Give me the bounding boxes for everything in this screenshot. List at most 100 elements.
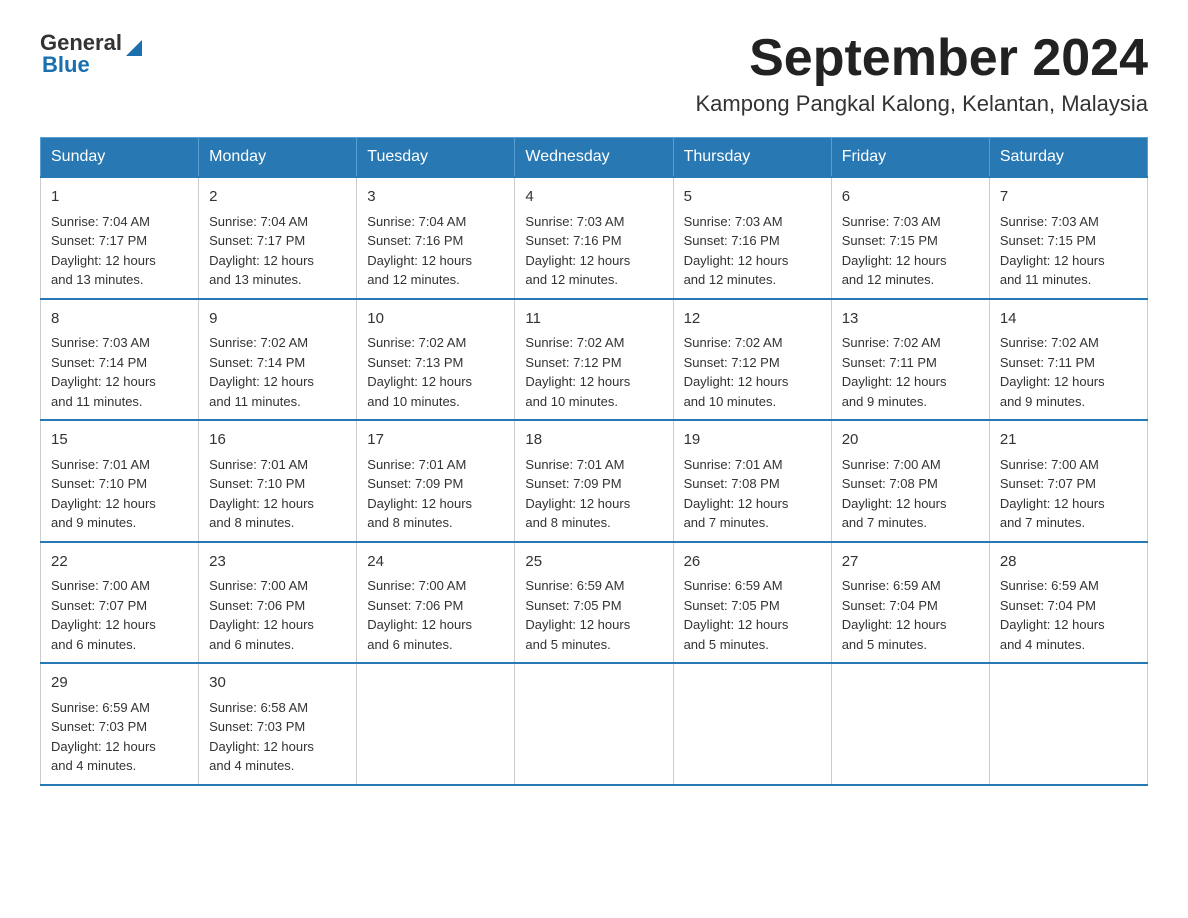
day-header-monday: Monday bbox=[199, 138, 357, 178]
day-cell-24: 24 Sunrise: 7:00 AM Sunset: 7:06 PM Dayl… bbox=[357, 542, 515, 664]
daylight-info: Daylight: 12 hoursand 8 minutes. bbox=[367, 496, 472, 531]
daylight-info: Daylight: 12 hoursand 10 minutes. bbox=[367, 374, 472, 409]
daylight-info: Daylight: 12 hoursand 5 minutes. bbox=[684, 617, 789, 652]
daylight-info: Daylight: 12 hoursand 9 minutes. bbox=[51, 496, 156, 531]
day-cell-26: 26 Sunrise: 6:59 AM Sunset: 7:05 PM Dayl… bbox=[673, 542, 831, 664]
day-cell-6: 6 Sunrise: 7:03 AM Sunset: 7:15 PM Dayli… bbox=[831, 177, 989, 299]
day-number: 24 bbox=[367, 551, 504, 574]
sunrise-info: Sunrise: 7:02 AM bbox=[209, 335, 308, 350]
day-cell-15: 15 Sunrise: 7:01 AM Sunset: 7:10 PM Dayl… bbox=[41, 420, 199, 542]
sunrise-info: Sunrise: 7:01 AM bbox=[209, 457, 308, 472]
sunset-info: Sunset: 7:06 PM bbox=[209, 598, 305, 613]
sunrise-info: Sunrise: 7:03 AM bbox=[842, 214, 941, 229]
day-header-sunday: Sunday bbox=[41, 138, 199, 178]
logo-blue-text: Blue bbox=[42, 52, 90, 78]
day-number: 5 bbox=[684, 186, 821, 209]
day-number: 4 bbox=[525, 186, 662, 209]
sunrise-info: Sunrise: 6:58 AM bbox=[209, 700, 308, 715]
sunrise-info: Sunrise: 7:02 AM bbox=[684, 335, 783, 350]
daylight-info: Daylight: 12 hoursand 12 minutes. bbox=[684, 253, 789, 288]
page-header: General Blue September 2024 Kampong Pang… bbox=[40, 30, 1148, 117]
day-cell-23: 23 Sunrise: 7:00 AM Sunset: 7:06 PM Dayl… bbox=[199, 542, 357, 664]
title-area: September 2024 Kampong Pangkal Kalong, K… bbox=[695, 30, 1148, 117]
sunset-info: Sunset: 7:11 PM bbox=[1000, 355, 1095, 370]
sunrise-info: Sunrise: 7:00 AM bbox=[367, 578, 466, 593]
day-cell-16: 16 Sunrise: 7:01 AM Sunset: 7:10 PM Dayl… bbox=[199, 420, 357, 542]
empty-cell bbox=[357, 663, 515, 785]
sunset-info: Sunset: 7:10 PM bbox=[209, 476, 305, 491]
day-number: 10 bbox=[367, 308, 504, 331]
day-number: 1 bbox=[51, 186, 188, 209]
sunrise-info: Sunrise: 7:00 AM bbox=[51, 578, 150, 593]
sunrise-info: Sunrise: 7:03 AM bbox=[1000, 214, 1099, 229]
sunrise-info: Sunrise: 7:00 AM bbox=[1000, 457, 1099, 472]
day-number: 18 bbox=[525, 429, 662, 452]
empty-cell bbox=[515, 663, 673, 785]
day-header-wednesday: Wednesday bbox=[515, 138, 673, 178]
day-cell-18: 18 Sunrise: 7:01 AM Sunset: 7:09 PM Dayl… bbox=[515, 420, 673, 542]
sunrise-info: Sunrise: 7:03 AM bbox=[525, 214, 624, 229]
daylight-info: Daylight: 12 hoursand 5 minutes. bbox=[842, 617, 947, 652]
sunset-info: Sunset: 7:12 PM bbox=[525, 355, 621, 370]
sunrise-info: Sunrise: 7:01 AM bbox=[367, 457, 466, 472]
sunrise-info: Sunrise: 6:59 AM bbox=[684, 578, 783, 593]
day-header-tuesday: Tuesday bbox=[357, 138, 515, 178]
day-number: 8 bbox=[51, 308, 188, 331]
daylight-info: Daylight: 12 hoursand 4 minutes. bbox=[209, 739, 314, 774]
sunset-info: Sunset: 7:05 PM bbox=[684, 598, 780, 613]
day-cell-14: 14 Sunrise: 7:02 AM Sunset: 7:11 PM Dayl… bbox=[989, 299, 1147, 421]
logo: General Blue bbox=[40, 30, 142, 78]
day-number: 7 bbox=[1000, 186, 1137, 209]
day-number: 2 bbox=[209, 186, 346, 209]
day-number: 20 bbox=[842, 429, 979, 452]
day-number: 30 bbox=[209, 672, 346, 695]
day-number: 21 bbox=[1000, 429, 1137, 452]
sunset-info: Sunset: 7:09 PM bbox=[367, 476, 463, 491]
day-number: 15 bbox=[51, 429, 188, 452]
day-number: 25 bbox=[525, 551, 662, 574]
day-number: 17 bbox=[367, 429, 504, 452]
sunrise-info: Sunrise: 7:03 AM bbox=[684, 214, 783, 229]
daylight-info: Daylight: 12 hoursand 13 minutes. bbox=[209, 253, 314, 288]
daylight-info: Daylight: 12 hoursand 6 minutes. bbox=[367, 617, 472, 652]
day-number: 12 bbox=[684, 308, 821, 331]
sunset-info: Sunset: 7:15 PM bbox=[1000, 233, 1096, 248]
sunrise-info: Sunrise: 7:01 AM bbox=[525, 457, 624, 472]
sunset-info: Sunset: 7:16 PM bbox=[525, 233, 621, 248]
daylight-info: Daylight: 12 hoursand 7 minutes. bbox=[842, 496, 947, 531]
day-header-row: SundayMondayTuesdayWednesdayThursdayFrid… bbox=[41, 138, 1148, 178]
sunset-info: Sunset: 7:12 PM bbox=[684, 355, 780, 370]
daylight-info: Daylight: 12 hoursand 12 minutes. bbox=[525, 253, 630, 288]
day-cell-10: 10 Sunrise: 7:02 AM Sunset: 7:13 PM Dayl… bbox=[357, 299, 515, 421]
day-header-thursday: Thursday bbox=[673, 138, 831, 178]
day-cell-11: 11 Sunrise: 7:02 AM Sunset: 7:12 PM Dayl… bbox=[515, 299, 673, 421]
daylight-info: Daylight: 12 hoursand 8 minutes. bbox=[209, 496, 314, 531]
sunrise-info: Sunrise: 7:01 AM bbox=[684, 457, 783, 472]
daylight-info: Daylight: 12 hoursand 10 minutes. bbox=[684, 374, 789, 409]
day-cell-1: 1 Sunrise: 7:04 AM Sunset: 7:17 PM Dayli… bbox=[41, 177, 199, 299]
daylight-info: Daylight: 12 hoursand 7 minutes. bbox=[1000, 496, 1105, 531]
day-number: 3 bbox=[367, 186, 504, 209]
sunset-info: Sunset: 7:17 PM bbox=[51, 233, 147, 248]
day-cell-22: 22 Sunrise: 7:00 AM Sunset: 7:07 PM Dayl… bbox=[41, 542, 199, 664]
day-cell-3: 3 Sunrise: 7:04 AM Sunset: 7:16 PM Dayli… bbox=[357, 177, 515, 299]
sunrise-info: Sunrise: 7:02 AM bbox=[525, 335, 624, 350]
day-cell-9: 9 Sunrise: 7:02 AM Sunset: 7:14 PM Dayli… bbox=[199, 299, 357, 421]
sunset-info: Sunset: 7:16 PM bbox=[367, 233, 463, 248]
sunset-info: Sunset: 7:06 PM bbox=[367, 598, 463, 613]
day-cell-12: 12 Sunrise: 7:02 AM Sunset: 7:12 PM Dayl… bbox=[673, 299, 831, 421]
sunset-info: Sunset: 7:08 PM bbox=[842, 476, 938, 491]
week-row-4: 22 Sunrise: 7:00 AM Sunset: 7:07 PM Dayl… bbox=[41, 542, 1148, 664]
daylight-info: Daylight: 12 hoursand 12 minutes. bbox=[367, 253, 472, 288]
sunrise-info: Sunrise: 6:59 AM bbox=[51, 700, 150, 715]
day-cell-20: 20 Sunrise: 7:00 AM Sunset: 7:08 PM Dayl… bbox=[831, 420, 989, 542]
sunset-info: Sunset: 7:09 PM bbox=[525, 476, 621, 491]
sunrise-info: Sunrise: 7:02 AM bbox=[367, 335, 466, 350]
week-row-3: 15 Sunrise: 7:01 AM Sunset: 7:10 PM Dayl… bbox=[41, 420, 1148, 542]
daylight-info: Daylight: 12 hoursand 10 minutes. bbox=[525, 374, 630, 409]
day-cell-25: 25 Sunrise: 6:59 AM Sunset: 7:05 PM Dayl… bbox=[515, 542, 673, 664]
daylight-info: Daylight: 12 hoursand 7 minutes. bbox=[684, 496, 789, 531]
sunset-info: Sunset: 7:10 PM bbox=[51, 476, 147, 491]
day-cell-21: 21 Sunrise: 7:00 AM Sunset: 7:07 PM Dayl… bbox=[989, 420, 1147, 542]
sunrise-info: Sunrise: 6:59 AM bbox=[525, 578, 624, 593]
